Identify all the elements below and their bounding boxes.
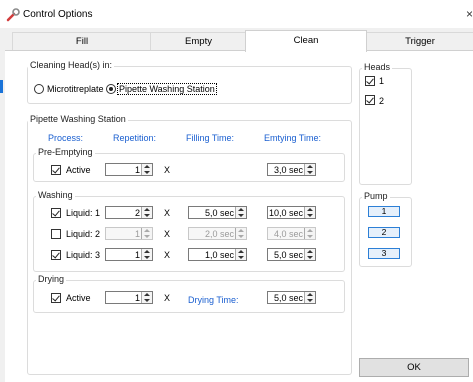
tab-clean[interactable]: Clean (245, 30, 367, 52)
washing-liquid-2-checkbox[interactable] (51, 229, 61, 239)
window-title: Control Options (23, 9, 93, 20)
washing-liquid-3-emptying-spinner[interactable]: 5,0 sec (267, 248, 316, 261)
spinner-arrows-icon[interactable] (141, 249, 152, 260)
spinner-arrows-icon[interactable] (304, 164, 315, 175)
tab-fill[interactable]: Fill (12, 32, 152, 50)
spinner-arrows-icon[interactable] (141, 207, 152, 218)
washing-label: Washing (36, 190, 75, 200)
head-1-checkbox[interactable] (365, 76, 375, 86)
drying-active-label: Active (66, 293, 91, 303)
multiply-sign: X (164, 165, 171, 175)
pump-3-button[interactable]: 3 (368, 248, 400, 259)
pump-label: Pump (362, 191, 390, 201)
spinner-arrows-icon[interactable] (304, 207, 315, 218)
washing-liquid-2-repetition-spinner[interactable]: 1 (105, 227, 153, 240)
drying-time-spinner[interactable]: 5,0 sec (267, 291, 316, 304)
cleaning-heads-label: Cleaning Head(s) in: (28, 60, 115, 70)
pump-1-button[interactable]: 1 (368, 206, 400, 217)
spinner-arrows-icon[interactable] (304, 249, 315, 260)
tab-trigger[interactable]: Trigger (365, 32, 473, 50)
multiply-sign: X (164, 293, 171, 303)
washing-liquid-1-label: Liquid: 1 (66, 208, 101, 218)
radio-pipette-washing-station[interactable] (106, 84, 116, 94)
head-2-checkbox[interactable] (365, 95, 375, 105)
ok-button[interactable]: OK (359, 358, 469, 377)
washing-liquid-1-checkbox[interactable] (51, 208, 61, 218)
pipette-washing-station-label: Pipette Washing Station (28, 114, 128, 124)
spinner-arrows-icon[interactable] (304, 228, 315, 239)
left-accent-bar (0, 80, 3, 93)
washing-liquid-3-filling-spinner[interactable]: 1,0 sec (188, 248, 247, 261)
multiply-sign: X (164, 250, 171, 260)
multiply-sign: X (164, 229, 171, 239)
close-icon[interactable]: × (466, 7, 473, 21)
head-2-label: 2 (379, 96, 385, 106)
head-1-label: 1 (379, 76, 385, 86)
spinner-arrows-icon[interactable] (235, 207, 246, 218)
washing-liquid-1-emptying-spinner[interactable]: 10,0 sec (267, 206, 316, 219)
spinner-arrows-icon[interactable] (141, 164, 152, 175)
pre-emptying-repetition-spinner[interactable]: 1 (105, 163, 153, 176)
drying-active-checkbox[interactable] (51, 293, 61, 303)
washing-liquid-3-checkbox[interactable] (51, 250, 61, 260)
drying-time-label: Drying Time: (188, 295, 239, 305)
pump-2-button[interactable]: 2 (368, 227, 400, 238)
tab-empty[interactable]: Empty (150, 32, 247, 50)
spinner-arrows-icon[interactable] (235, 228, 246, 239)
washing-liquid-2-filling-spinner[interactable]: 2,0 sec (188, 227, 247, 240)
spinner-arrows-icon[interactable] (235, 249, 246, 260)
drying-label: Drying (36, 274, 67, 284)
header-process: Process: (48, 133, 84, 143)
spinner-arrows-icon[interactable] (141, 228, 152, 239)
header-emptying-time: Emtying Time: (264, 133, 322, 143)
radio-microtitreplate-label: Microtitreplate (47, 84, 104, 94)
washing-liquid-2-emptying-spinner[interactable]: 4,0 sec (267, 227, 316, 240)
pre-emptying-emptying-spinner[interactable]: 3,0 sec (267, 163, 316, 176)
spinner-arrows-icon[interactable] (304, 292, 315, 303)
pre-emptying-active-label: Active (66, 165, 91, 175)
radio-pipette-washing-station-label: Pipette Washing Station (117, 83, 217, 95)
pre-emptying-active-checkbox[interactable] (51, 165, 61, 175)
washing-liquid-3-label: Liquid: 3 (66, 250, 101, 260)
washing-liquid-3-repetition-spinner[interactable]: 1 (105, 248, 153, 261)
spinner-arrows-icon[interactable] (141, 292, 152, 303)
radio-microtitreplate[interactable] (34, 84, 44, 94)
wrench-icon (6, 8, 20, 22)
header-repetition: Repetition: (113, 133, 157, 143)
drying-repetition-spinner[interactable]: 1 (105, 291, 153, 304)
heads-label: Heads (362, 62, 393, 72)
washing-liquid-2-label: Liquid: 2 (66, 229, 101, 239)
washing-liquid-1-repetition-spinner[interactable]: 2 (105, 206, 153, 219)
washing-liquid-1-filling-spinner[interactable]: 5,0 sec (188, 206, 247, 219)
pre-emptying-label: Pre-Emptying (36, 147, 95, 157)
multiply-sign: X (164, 208, 171, 218)
header-filling-time: Filling Time: (186, 133, 235, 143)
